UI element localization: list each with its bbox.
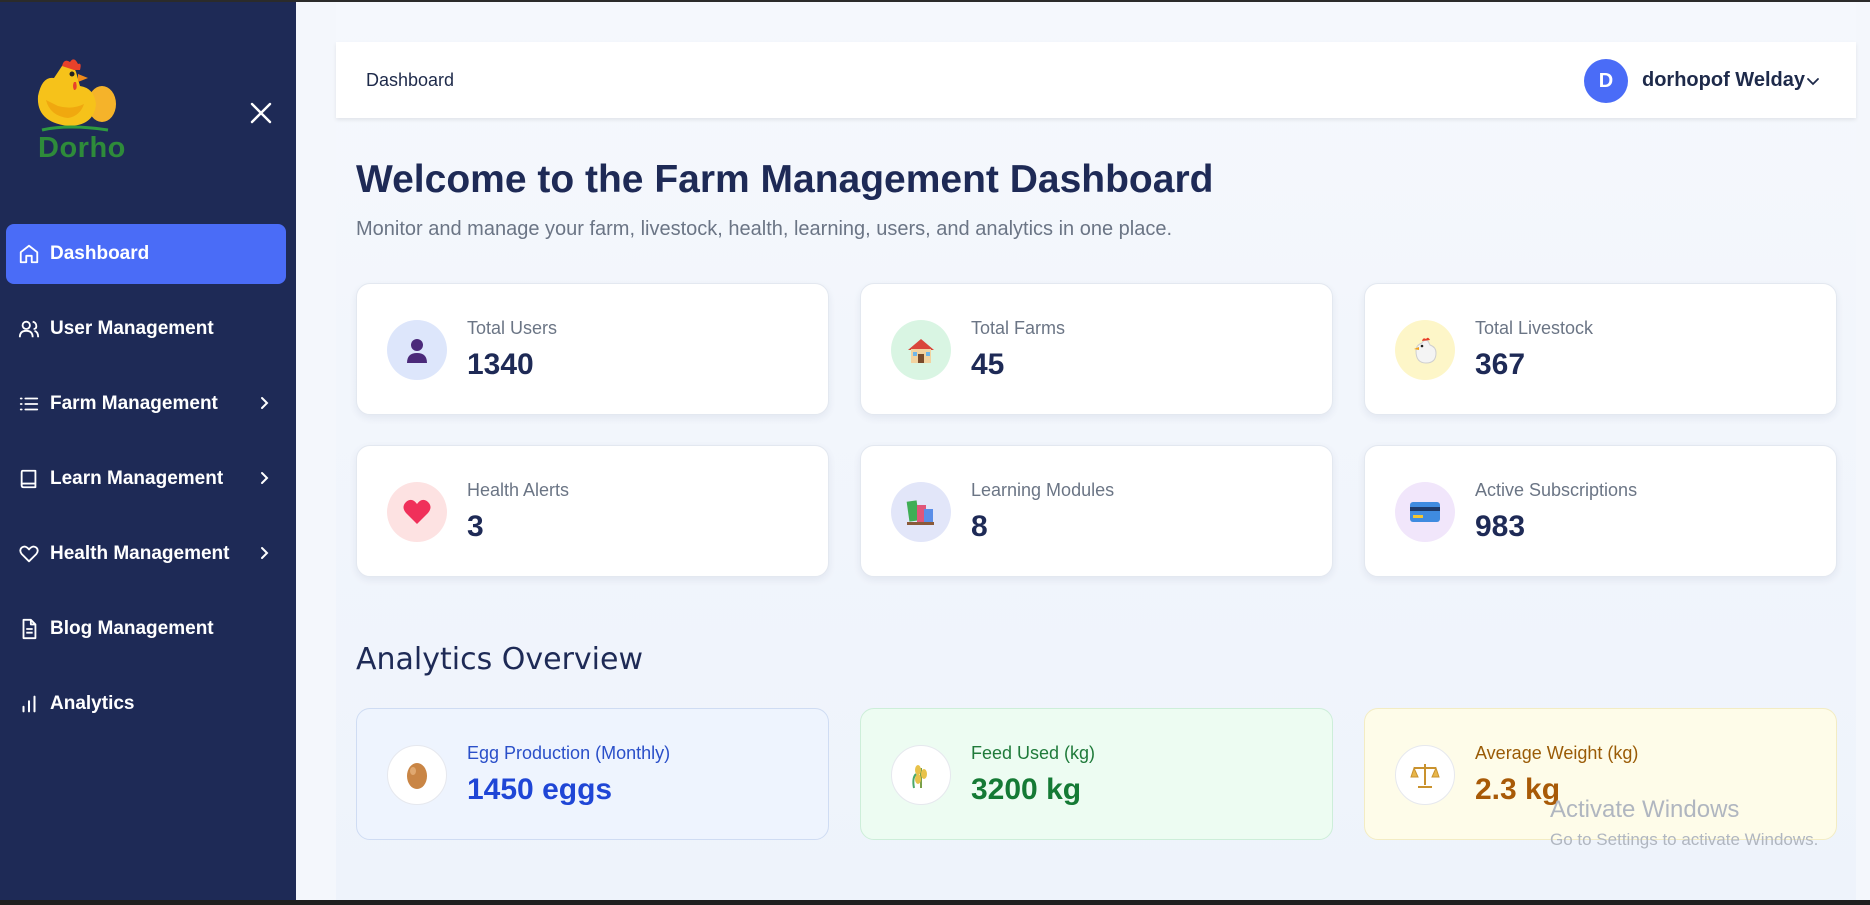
analytics-label: Egg Production (Monthly) (467, 743, 671, 763)
analytics-card-egg-production: Egg Production (Monthly) 1450 eggs (356, 708, 829, 840)
chevron-right-icon (254, 468, 274, 488)
sidebar-item-label: Analytics (50, 693, 135, 714)
sidebar-item-label: Dashboard (50, 243, 150, 264)
document-icon (16, 616, 42, 642)
stat-label: Active Subscriptions (1475, 480, 1638, 500)
analytics-label: Average Weight (kg) (1475, 743, 1639, 763)
sidebar-item-label: Health Management (50, 543, 230, 564)
house-icon (891, 320, 951, 380)
chicken-icon (1395, 320, 1455, 380)
sidebar-item-label: Blog Management (50, 618, 214, 639)
user-menu-name[interactable]: dorhopof Welday (1642, 69, 1805, 92)
book-icon (16, 466, 42, 492)
heart-icon (16, 541, 42, 567)
egg-icon (387, 745, 447, 805)
scale-icon (1395, 745, 1455, 805)
main-content: Dashboard D dorhopof Welday Welcome to t… (296, 2, 1870, 900)
sidebar-item-label: Learn Management (50, 468, 224, 489)
stat-label: Total Farms (971, 318, 1066, 338)
stat-label: Total Users (467, 318, 558, 338)
users-icon (16, 316, 42, 342)
sidebar-item-label: User Management (50, 318, 214, 339)
stat-value: 45 (971, 348, 1005, 381)
stat-value: 8 (971, 510, 988, 543)
window-bottom-border (0, 900, 1870, 905)
page-subtitle: Monitor and manage your farm, livestock,… (356, 218, 1172, 240)
credit-card-icon (1395, 482, 1455, 542)
close-icon (250, 102, 272, 124)
sidebar-item-label: Farm Management (50, 393, 218, 414)
stat-value: 983 (1475, 510, 1526, 543)
analytics-card-feed-used: Feed Used (kg) 3200 kg (860, 708, 1333, 840)
page-title: Welcome to the Farm Management Dashboard (356, 158, 1214, 201)
stat-card-total-farms: Total Farms 45 (860, 283, 1333, 415)
stat-label: Health Alerts (467, 480, 570, 500)
stat-value: 3 (467, 510, 484, 543)
watermark-subtitle: Go to Settings to activate Windows. (1550, 830, 1819, 849)
bar-chart-icon (16, 691, 42, 717)
stat-label: Total Livestock (1475, 318, 1594, 338)
home-icon (16, 241, 42, 267)
breadcrumb: Dashboard (366, 70, 455, 90)
stat-value: 1340 (467, 348, 534, 381)
sidebar-item-dashboard[interactable]: Dashboard (6, 224, 286, 284)
analytics-value: 1450 eggs (467, 773, 613, 806)
sidebar-item-health-management[interactable]: Health Management (6, 524, 286, 584)
avatar[interactable]: D (1584, 59, 1628, 103)
watermark-title: Activate Windows (1550, 796, 1740, 823)
stat-card-total-livestock: Total Livestock 367 (1364, 283, 1837, 415)
analytics-label: Feed Used (kg) (971, 743, 1096, 763)
stat-card-active-subscriptions: Active Subscriptions 983 (1364, 445, 1837, 577)
stat-card-total-users: Total Users 1340 (356, 283, 829, 415)
stat-card-health-alerts: Health Alerts 3 (356, 445, 829, 577)
analytics-value: 2.3 kg (1475, 773, 1561, 806)
windows-activation-watermark: Activate Windows Go to Settings to activ… (1550, 796, 1818, 850)
books-icon (891, 482, 951, 542)
stat-card-learning-modules: Learning Modules 8 (860, 445, 1333, 577)
feed-icon (891, 745, 951, 805)
user-icon (387, 320, 447, 380)
analytics-value: 3200 kg (971, 773, 1082, 806)
sidebar-item-blog-management[interactable]: Blog Management (6, 599, 286, 659)
sidebar-item-user-management[interactable]: User Management (6, 299, 286, 359)
sidebar-item-learn-management[interactable]: Learn Management (6, 449, 286, 509)
sidebar-item-analytics[interactable]: Analytics (6, 674, 286, 734)
sidebar: Dorho Dashboard User Management Farm Man… (0, 0, 296, 905)
stat-value: 367 (1475, 348, 1526, 381)
chevron-down-icon[interactable] (1804, 72, 1822, 90)
close-sidebar-button[interactable] (246, 98, 276, 128)
chevron-right-icon (254, 543, 274, 563)
sidebar-item-farm-management[interactable]: Farm Management (6, 374, 286, 434)
heart-icon (387, 482, 447, 542)
logo-text: Dorho (38, 132, 126, 164)
list-icon (16, 391, 42, 417)
stat-label: Learning Modules (971, 480, 1115, 500)
chevron-right-icon (254, 393, 274, 413)
window-top-border (0, 0, 1870, 2)
top-header: Dashboard D dorhopof Welday (336, 42, 1856, 118)
analytics-section-title: Analytics Overview (356, 642, 644, 677)
